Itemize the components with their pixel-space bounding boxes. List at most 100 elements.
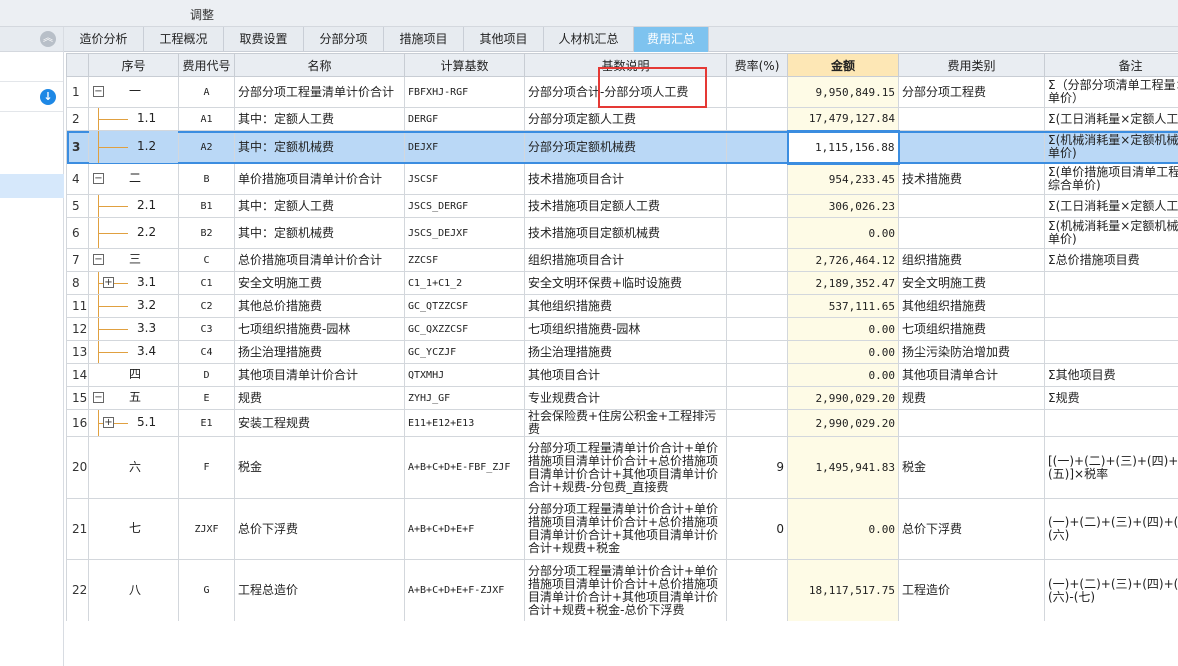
amount-cell[interactable]: 0.00	[787, 498, 899, 560]
category-cell[interactable]: 工程造价	[898, 559, 1045, 621]
rate-cell[interactable]	[726, 559, 788, 621]
rate-cell[interactable]: 0	[726, 498, 788, 560]
base-cell[interactable]: ZZCSF	[404, 248, 525, 272]
table-row[interactable]: 4− 二 B 单价措施项目清单计价合计 JSCSF 技术措施项目合计 954,233.45 技…	[66, 163, 1178, 195]
amount-cell[interactable]: 2,189,352.47	[787, 271, 899, 295]
base-cell[interactable]: ZYHJ_GF	[404, 386, 525, 410]
code-cell[interactable]: B	[178, 163, 235, 195]
collapse-icon[interactable]: −	[93, 392, 104, 403]
seq-cell[interactable]: 八	[88, 559, 179, 621]
column-header-desc[interactable]: 基数说明	[524, 53, 727, 77]
table-row[interactable]: 3 1.2 A2 其中：定额机械费 DEJXF 分部分项定额机械费 1,115,156.88…	[66, 129, 1178, 165]
amount-cell[interactable]: 954,233.45	[787, 163, 899, 195]
amount-cell[interactable]: 2,990,029.20	[787, 386, 899, 410]
note-cell[interactable]: Σ(工日消耗量×定额人工单价)	[1044, 194, 1178, 218]
code-cell[interactable]: ZJXF	[178, 498, 235, 560]
tab-8[interactable]: 费用汇总	[634, 27, 709, 52]
base-cell[interactable]: QTXMHJ	[404, 363, 525, 387]
column-header-rate[interactable]: 费率(%)	[726, 53, 788, 77]
category-cell[interactable]: 安全文明施工费	[898, 271, 1045, 295]
category-cell[interactable]: 扬尘污染防治增加费	[898, 340, 1045, 364]
name-cell[interactable]: 其中：定额人工费	[234, 107, 405, 131]
code-cell[interactable]: C1	[178, 271, 235, 295]
table-row[interactable]: 20 六 F 税金 A+B+C+D+E-FBF_ZJF 分部分项工程量清单计价合计+单价措…	[66, 436, 1178, 499]
table-row[interactable]: 6 2.2 B2 其中：定额机械费 JSCS_DEJXF 技术措施项目定额机械费 0.00 Σ…	[66, 217, 1178, 249]
desc-cell[interactable]: 技术措施项目定额人工费	[524, 194, 727, 218]
seq-cell[interactable]: 七	[88, 498, 179, 560]
note-cell[interactable]: Σ总价措施项目费	[1044, 248, 1178, 272]
seq-cell[interactable]: − 五	[88, 386, 179, 410]
category-cell[interactable]: 组织措施费	[898, 248, 1045, 272]
desc-cell[interactable]: 分部分项工程量清单计价合计+单价措施项目清单计价合计+总价措施项目清单计价合计+…	[524, 436, 727, 499]
note-cell[interactable]: Σ其他项目费	[1044, 363, 1178, 387]
code-cell[interactable]: C3	[178, 317, 235, 341]
seq-cell[interactable]: 1.2	[88, 130, 179, 164]
category-cell[interactable]	[898, 130, 1045, 164]
seq-cell[interactable]: 3.2	[88, 294, 179, 318]
code-cell[interactable]: A2	[178, 130, 235, 164]
rate-cell[interactable]	[726, 294, 788, 318]
base-cell[interactable]: GC_QTZZCSF	[404, 294, 525, 318]
amount-cell[interactable]: 2,990,029.20	[787, 409, 899, 437]
code-cell[interactable]: E1	[178, 409, 235, 437]
category-cell[interactable]	[898, 107, 1045, 131]
tab-2[interactable]: 工程概况	[144, 27, 224, 52]
name-cell[interactable]: 规费	[234, 386, 405, 410]
seq-cell[interactable]: +3.1	[88, 271, 179, 295]
adjust-label[interactable]: 调整	[190, 6, 214, 23]
rate-cell[interactable]	[726, 340, 788, 364]
code-cell[interactable]: B2	[178, 217, 235, 249]
amount-cell[interactable]: 1,115,156.88	[786, 129, 900, 165]
rate-cell[interactable]	[726, 317, 788, 341]
base-cell[interactable]: A+B+C+D+E+F-ZJXF	[404, 559, 525, 621]
tab-4[interactable]: 分部分项	[304, 27, 384, 52]
table-row[interactable]: 8 +3.1 C1 安全文明施工费 C1_1+C1_2 安全文明环保费+临时设施费 2,18…	[66, 271, 1178, 295]
desc-cell[interactable]: 安全文明环保费+临时设施费	[524, 271, 727, 295]
expand-icon[interactable]: +	[103, 277, 114, 288]
note-cell[interactable]: (一)+(二)+(三)+(四)+(五)+(六)	[1044, 498, 1178, 560]
desc-cell[interactable]: 社会保险费+住房公积金+工程排污费	[524, 409, 727, 437]
base-cell[interactable]: DERGF	[404, 107, 525, 131]
table-row[interactable]: 2 1.1 A1 其中：定额人工费 DERGF 分部分项定额人工费 17,479,127.8…	[66, 107, 1178, 131]
category-cell[interactable]	[898, 194, 1045, 218]
rate-cell[interactable]: 9	[726, 436, 788, 499]
column-header-code[interactable]: 费用代号	[178, 53, 235, 77]
category-cell[interactable]: 其他组织措施费	[898, 294, 1045, 318]
name-cell[interactable]: 扬尘治理措施费	[234, 340, 405, 364]
code-cell[interactable]: D	[178, 363, 235, 387]
name-cell[interactable]: 其他总价措施费	[234, 294, 405, 318]
rate-cell[interactable]	[726, 194, 788, 218]
table-row[interactable]: 14 四 D 其他项目清单计价合计 QTXMHJ 其他项目合计 0.00 其他项目清单合计 Σ其…	[66, 363, 1178, 387]
category-cell[interactable]: 七项组织措施费	[898, 317, 1045, 341]
seq-cell[interactable]: 四	[88, 363, 179, 387]
seq-cell[interactable]: 六	[88, 436, 179, 499]
seq-cell[interactable]: 1.1	[88, 107, 179, 131]
name-cell[interactable]: 单价措施项目清单计价合计	[234, 163, 405, 195]
name-cell[interactable]: 其他项目清单计价合计	[234, 363, 405, 387]
tab-1[interactable]: 造价分析	[64, 27, 144, 52]
code-cell[interactable]: B1	[178, 194, 235, 218]
seq-cell[interactable]: − 二	[88, 163, 179, 195]
desc-cell[interactable]: 技术措施项目合计	[524, 163, 727, 195]
amount-cell[interactable]: 9,950,849.15	[787, 76, 899, 108]
rate-cell[interactable]	[726, 76, 788, 108]
note-cell[interactable]	[1044, 317, 1178, 341]
desc-cell[interactable]: 组织措施项目合计	[524, 248, 727, 272]
code-cell[interactable]: C4	[178, 340, 235, 364]
name-cell[interactable]: 总价下浮费	[234, 498, 405, 560]
note-cell[interactable]: Σ规费	[1044, 386, 1178, 410]
note-cell[interactable]: (一)+(二)+(三)+(四)+(五)+(六)-(七)	[1044, 559, 1178, 621]
note-cell[interactable]	[1044, 340, 1178, 364]
column-header-base[interactable]: 计算基数	[404, 53, 525, 77]
rate-cell[interactable]	[726, 386, 788, 410]
desc-cell[interactable]: 分部分项定额人工费	[524, 107, 727, 131]
left-panel-row[interactable]	[0, 52, 63, 82]
rate-cell[interactable]	[726, 409, 788, 437]
amount-cell[interactable]: 0.00	[787, 363, 899, 387]
name-cell[interactable]: 七项组织措施费-园林	[234, 317, 405, 341]
base-cell[interactable]: A+B+C+D+E+F	[404, 498, 525, 560]
code-cell[interactable]: A1	[178, 107, 235, 131]
amount-cell[interactable]: 0.00	[787, 317, 899, 341]
column-header-name[interactable]: 名称	[234, 53, 405, 77]
seq-cell[interactable]: 3.4	[88, 340, 179, 364]
